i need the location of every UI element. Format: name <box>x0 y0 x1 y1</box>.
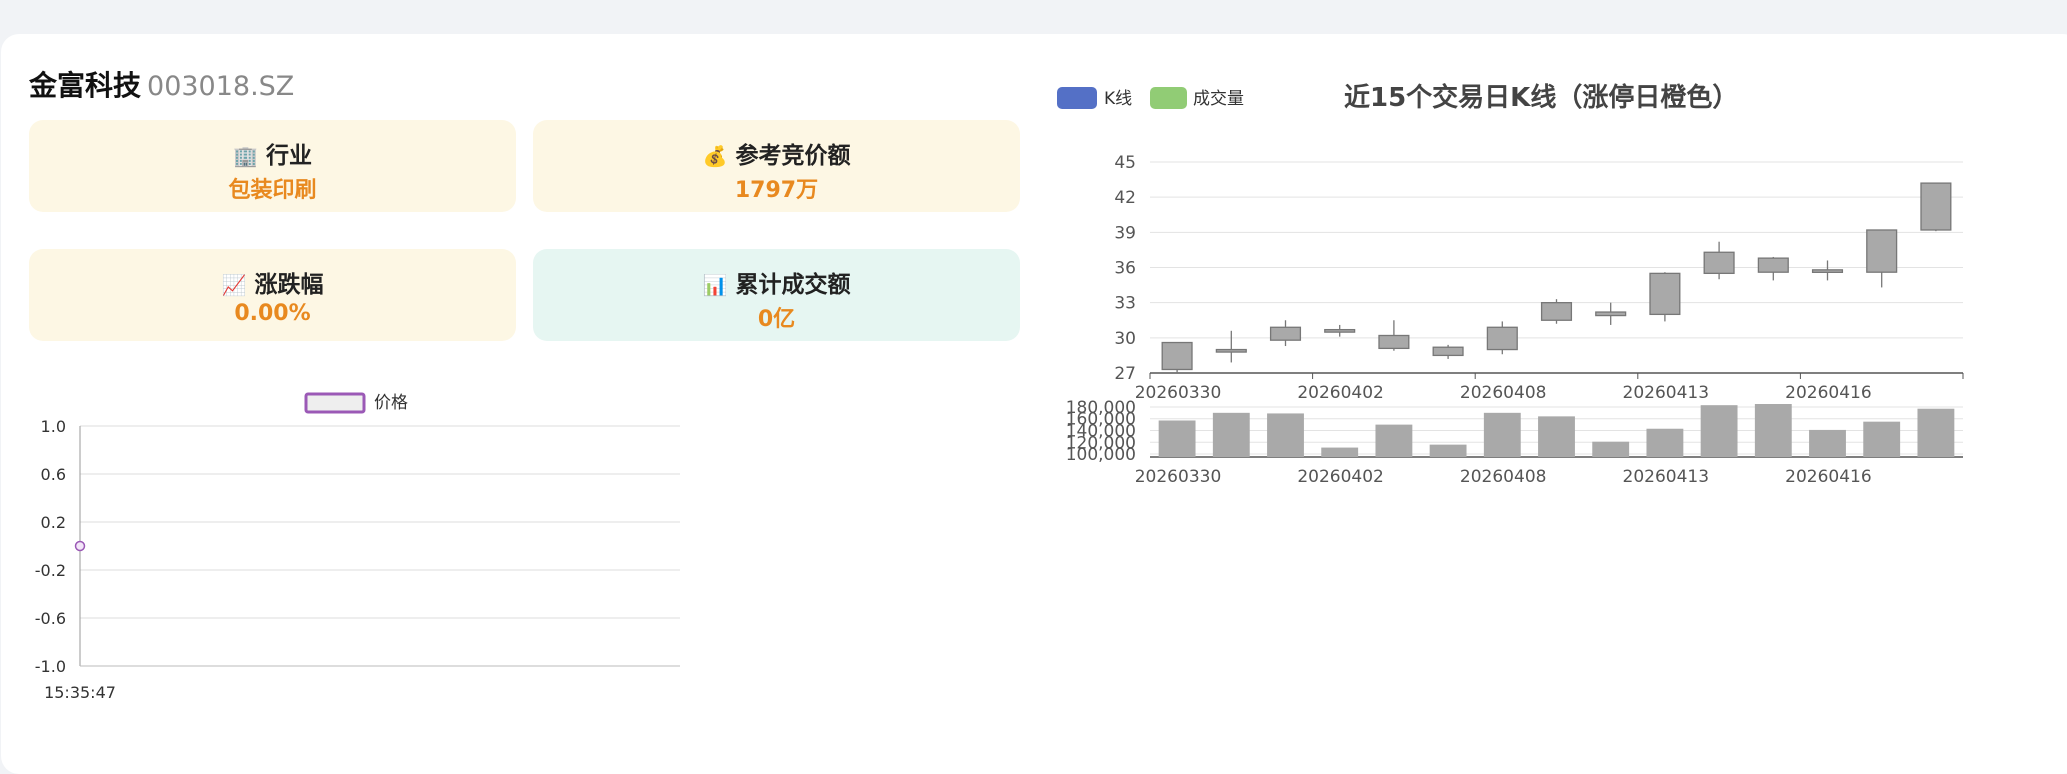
x-tick-label: 20260330 <box>1135 383 1222 403</box>
legend-price-swatch <box>304 392 366 414</box>
volume-bar <box>1212 412 1250 457</box>
y-tick-label: 1.0 <box>41 417 66 436</box>
y-tick-label: 39 <box>1114 223 1136 243</box>
volume-x-tick-label: 20260402 <box>1297 467 1384 487</box>
bar-chart-icon: 📊 <box>702 273 728 297</box>
volume-bar <box>1538 416 1575 457</box>
volume-bar <box>1375 424 1413 457</box>
candle-body <box>1432 346 1464 357</box>
y-tick-label: 33 <box>1114 294 1136 314</box>
volume-bar <box>1754 404 1792 457</box>
candle-body <box>1866 229 1898 273</box>
candle-body <box>1324 328 1356 333</box>
stock-code: 003018.SZ <box>147 71 295 102</box>
candle-body <box>1486 326 1518 351</box>
y-tick-label: 36 <box>1114 259 1136 279</box>
price-point <box>74 540 86 552</box>
volume-bar <box>1700 405 1738 457</box>
turnover-card: 📊 累计成交额 0亿 <box>533 249 1020 341</box>
x-tick-label: 20260402 <box>1297 383 1384 403</box>
volume-x-tick-label: 20260413 <box>1623 467 1710 487</box>
volume-bar <box>1917 408 1955 457</box>
candle-body <box>1811 269 1844 273</box>
trend-chart-icon: 📈 <box>221 273 247 297</box>
x-tick-label: 15:35:47 <box>44 683 116 702</box>
volume-tick-label: 100,000 <box>1066 445 1136 465</box>
candle-body <box>1595 311 1627 317</box>
page-title: 金富科技 003018.SZ <box>29 64 294 104</box>
candle-body <box>1540 302 1573 321</box>
bid-amount-value: 1797万 <box>734 178 819 203</box>
turnover-label: 累计成交额 <box>735 272 851 298</box>
legend-kline-label: K线 <box>1104 89 1132 109</box>
volume-bar <box>1483 412 1521 457</box>
y-tick-label: -1.0 <box>35 657 66 676</box>
legend-kline-swatch <box>1057 87 1097 109</box>
volume-bar <box>1429 444 1467 457</box>
x-tick-label: 20260416 <box>1785 383 1872 403</box>
y-tick-label: 0.2 <box>41 513 66 532</box>
candle-body <box>1161 341 1193 371</box>
volume-x-tick-label: 20260330 <box>1135 467 1222 487</box>
stock-name: 金富科技 <box>29 69 142 102</box>
candle-body <box>1378 334 1410 350</box>
candle-body <box>1269 326 1302 341</box>
industry-card: 🏢 行业 包装印刷 <box>29 120 516 212</box>
industry-label: 行业 <box>265 143 312 169</box>
volume-bar <box>1321 447 1359 457</box>
candle-body <box>1215 348 1247 353</box>
change-card: 📈 涨跌幅 0.00% <box>29 249 516 341</box>
money-bag-icon: 💰 <box>702 144 728 168</box>
x-tick-label: 20260413 <box>1623 383 1710 403</box>
volume-bar <box>1863 421 1901 457</box>
candle-body <box>1920 182 1952 231</box>
y-tick-label: 27 <box>1114 364 1136 384</box>
bid-amount-card: 💰 参考竞价额 1797万 <box>533 120 1020 212</box>
volume-bar <box>1809 429 1846 457</box>
industry-value: 包装印刷 <box>228 178 317 203</box>
y-tick-label: 30 <box>1114 329 1136 349</box>
volume-x-tick-label: 20260416 <box>1785 467 1872 487</box>
candle-body <box>1703 251 1735 275</box>
legend-volume-swatch <box>1150 87 1187 109</box>
volume-bar <box>1646 428 1684 457</box>
building-icon: 🏢 <box>233 144 258 168</box>
legend-volume-label: 成交量 <box>1193 89 1244 109</box>
x-tick-label: 20260408 <box>1460 383 1547 403</box>
turnover-value: 0亿 <box>757 307 796 332</box>
volume-bar <box>1592 441 1630 457</box>
candle-body <box>1757 257 1789 273</box>
volume-bar <box>1158 420 1196 457</box>
y-tick-label: -0.6 <box>35 609 66 628</box>
y-tick-label: 42 <box>1114 188 1136 208</box>
kline-chart: K线 成交量 近15个交易日K线（涨停日橙色） 27 30 33 36 39 42 45 20260… <box>1057 82 1964 487</box>
volume-bar <box>1267 413 1304 457</box>
legend-price-label: 价格 <box>374 393 408 413</box>
change-label: 涨跌幅 <box>254 272 324 298</box>
chart-title: 近15个交易日K线（涨停日橙色） <box>1344 82 1738 113</box>
y-tick-label: -0.2 <box>35 561 66 580</box>
candle-body <box>1649 272 1681 316</box>
change-value: 0.00% <box>234 301 311 326</box>
bid-amount-label: 参考竞价额 <box>735 143 851 169</box>
price-line-chart: 价格 1.0 0.6 0.2 -0.2 -0.6 -1.0 15:35:47 <box>35 392 680 702</box>
y-tick-label: 45 <box>1114 153 1136 173</box>
y-tick-label: 0.6 <box>41 465 66 484</box>
volume-x-tick-label: 20260408 <box>1460 467 1547 487</box>
